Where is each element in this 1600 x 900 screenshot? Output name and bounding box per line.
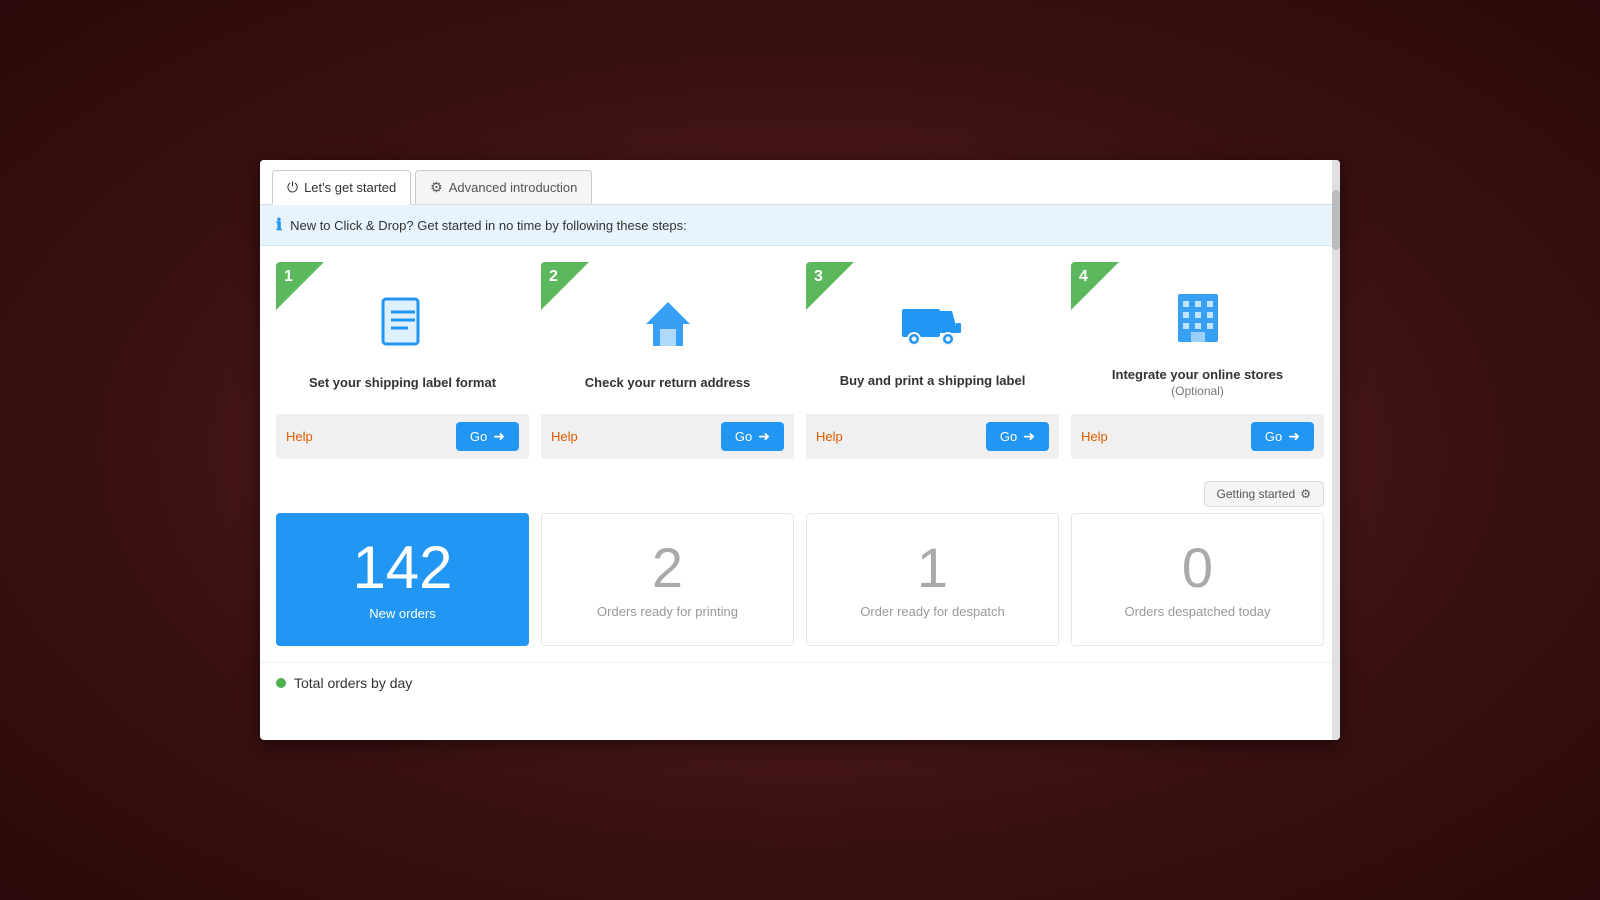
go-button-2[interactable]: Go ➜: [721, 422, 784, 451]
tab-lets-get-started-label: Let's get started: [304, 180, 396, 195]
step-footer-1: Help Go ➜: [276, 414, 529, 459]
stat-card-ready-despatch[interactable]: 1 Order ready for despatch: [806, 513, 1059, 646]
building-icon: [1168, 286, 1228, 355]
help-link-3[interactable]: Help: [816, 429, 843, 444]
scrollbar-thumb[interactable]: [1332, 190, 1340, 250]
info-icon: ℹ: [276, 215, 282, 235]
step-footer-4: Help Go ➜: [1071, 414, 1324, 459]
stat-label-despatched-today: Orders despatched today: [1125, 604, 1271, 619]
go-label-2: Go: [735, 429, 752, 444]
stat-number-ready-printing: 2: [652, 540, 683, 596]
info-text: New to Click & Drop? Get started in no t…: [290, 218, 687, 233]
stat-number-ready-despatch: 1: [917, 540, 948, 596]
settings-icon: ⚙: [1300, 487, 1311, 501]
go-label-3: Go: [1000, 429, 1017, 444]
stat-number-despatched-today: 0: [1182, 540, 1213, 596]
go-label-4: Go: [1265, 429, 1282, 444]
go-button-3[interactable]: Go ➜: [986, 422, 1049, 451]
stat-label-new-orders: New orders: [369, 606, 435, 621]
arrow-icon-3: ➜: [1023, 428, 1035, 445]
step-subtitle-4: (Optional): [1171, 384, 1224, 398]
stats-grid: 142 New orders 2 Orders ready for printi…: [260, 513, 1340, 662]
chart-legend-dot: [276, 678, 286, 688]
stat-card-despatched-today[interactable]: 0 Orders despatched today: [1071, 513, 1324, 646]
power-icon: ⏻: [287, 179, 298, 196]
help-link-2[interactable]: Help: [551, 429, 578, 444]
tab-advanced-intro[interactable]: ⚙ Advanced introduction: [415, 170, 592, 204]
main-window: ⏻ Let's get started ⚙ Advanced introduct…: [260, 160, 1340, 740]
getting-started-label: Getting started: [1217, 487, 1296, 501]
step-title-4: Integrate your online stores: [1112, 367, 1283, 382]
step-title-2: Check your return address: [585, 375, 750, 390]
stat-label-ready-despatch: Order ready for despatch: [860, 604, 1005, 619]
chart-title: Total orders by day: [294, 675, 412, 691]
stat-label-ready-printing: Orders ready for printing: [597, 604, 738, 619]
step-card-2: 2 Check your return address Help Go ➜: [541, 262, 794, 459]
go-label-1: Go: [470, 429, 487, 444]
arrow-icon-2: ➜: [758, 428, 770, 445]
chart-section: Total orders by day: [260, 662, 1340, 711]
step-footer-2: Help Go ➜: [541, 414, 794, 459]
step-card-4: 4: [1071, 262, 1324, 459]
go-button-4[interactable]: Go ➜: [1251, 422, 1314, 451]
tab-advanced-intro-label: Advanced introduction: [449, 180, 578, 195]
step-title-3: Buy and print a shipping label: [840, 373, 1026, 388]
step-card-1: 1 Set your shipping label format: [276, 262, 529, 459]
step-number-2: 2: [549, 268, 558, 286]
stat-card-ready-printing[interactable]: 2 Orders ready for printing: [541, 513, 794, 646]
truck-icon: [900, 297, 965, 361]
stat-card-new-orders[interactable]: 142 New orders: [276, 513, 529, 646]
house-icon: [638, 294, 698, 363]
help-link-4[interactable]: Help: [1081, 429, 1108, 444]
getting-started-button[interactable]: Getting started ⚙: [1204, 481, 1324, 507]
scrollbar[interactable]: [1332, 160, 1340, 740]
chart-header: Total orders by day: [276, 675, 1324, 691]
info-bar: ℹ New to Click & Drop? Get started in no…: [260, 205, 1340, 246]
step-number-4: 4: [1079, 268, 1088, 286]
go-button-1[interactable]: Go ➜: [456, 422, 519, 451]
tab-bar: ⏻ Let's get started ⚙ Advanced introduct…: [260, 160, 1340, 205]
arrow-icon-4: ➜: [1288, 428, 1300, 445]
stat-number-new-orders: 142: [352, 538, 452, 598]
step-footer-3: Help Go ➜: [806, 414, 1059, 459]
step-title-1: Set your shipping label format: [309, 375, 496, 390]
step-number-1: 1: [284, 268, 293, 286]
step-number-3: 3: [814, 268, 823, 286]
steps-grid: 1 Set your shipping label format: [260, 246, 1340, 475]
tab-lets-get-started[interactable]: ⏻ Let's get started: [272, 170, 411, 205]
gear-icon: ⚙: [430, 179, 443, 196]
help-link-1[interactable]: Help: [286, 429, 313, 444]
document-icon: [373, 294, 433, 363]
getting-started-bar: Getting started ⚙: [260, 475, 1340, 513]
step-card-3: 3 Buy and print a shipping l: [806, 262, 1059, 459]
arrow-icon-1: ➜: [493, 428, 505, 445]
window-content: ⏻ Let's get started ⚙ Advanced introduct…: [260, 160, 1340, 711]
